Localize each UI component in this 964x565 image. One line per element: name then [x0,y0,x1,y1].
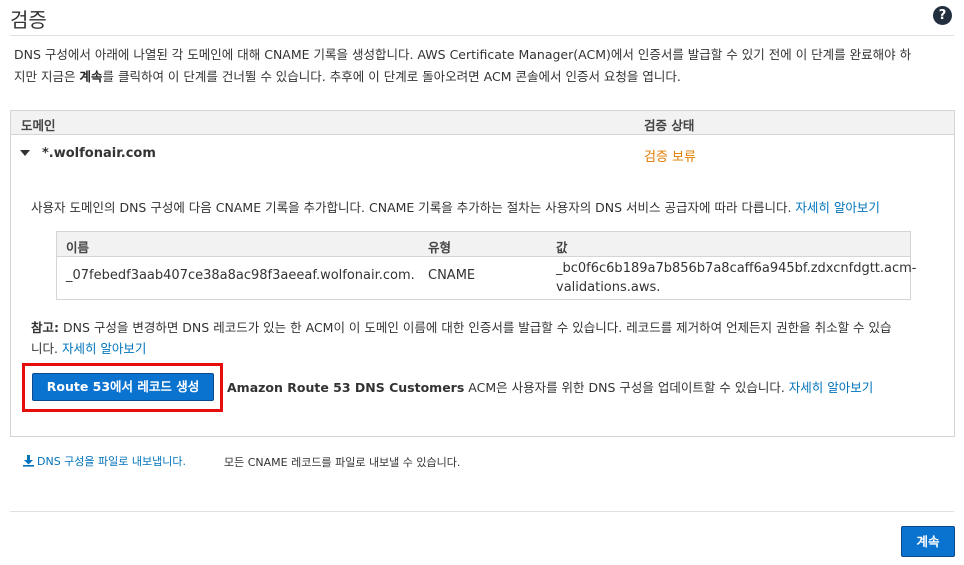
route53-description: Amazon Route 53 DNS Customers ACM은 사용자를 … [227,377,873,396]
continue-button[interactable]: 계속 [901,526,955,557]
export-dns-link[interactable]: DNS 구성을 파일로 내보냅니다. [22,453,186,469]
intro-line-1: DNS 구성에서 아래에 나열된 각 도메인에 대해 CNAME 기록을 생성합… [14,47,912,62]
caret-down-icon[interactable] [20,150,30,156]
cname-record-table: 이름 유형 값 _07febedf3aab407ce38a8ac98f3aeea… [56,231,917,300]
note-body-2: 니다. [31,341,62,356]
page-title: 검증 [10,8,47,32]
column-header-status: 검증 상태 [644,118,695,133]
cname-instructions: 사용자 도메인의 DNS 구성에 다음 CNAME 기록을 추가합니다. CNA… [31,197,880,216]
intro-continue-word: 계속 [79,69,103,84]
intro-prefix: 지만 지금은 [14,69,80,84]
export-link-text[interactable]: DNS 구성을 파일로 내보냅니다. [37,455,186,468]
record-value: _bc0f6c6b189a7b856b7a8caff6a945bf.zdxcnf… [556,259,917,297]
domain-name: *.wolfonair.com [42,146,156,161]
export-description: 모든 CNAME 레코드를 파일로 내보낼 수 있습니다. [224,456,461,469]
route53-learn-more-link[interactable]: 자세히 알아보기 [789,380,873,395]
footer-divider [10,511,954,512]
column-header-value: 값 [556,240,568,255]
question-circle-icon[interactable]: ? [933,6,952,25]
title-divider [10,35,954,36]
domain-table-header: 도메인 검증 상태 [11,111,954,135]
intro-line-2: 지만 지금은 계속를 클릭하여 이 단계를 건너뛸 수 있습니다. 추후에 이 … [14,66,954,88]
download-icon [23,455,34,467]
record-value-line-1: _bc0f6c6b189a7b856b7a8caff6a945bf.zdxcnf… [556,261,917,276]
note-label: 참고: [31,320,59,335]
instructions-text: 사용자 도메인의 DNS 구성에 다음 CNAME 기록을 추가합니다. CNA… [31,200,796,215]
record-table-header: 이름 유형 값 [57,232,910,257]
note-learn-more-link[interactable]: 자세히 알아보기 [62,341,146,356]
record-name: _07febedf3aab407ce38a8ac98f3aeeaf.wolfon… [66,268,415,283]
route53-desc-text: ACM은 사용자를 위한 DNS 구성을 업데이트할 수 있습니다. [464,380,789,395]
create-route53-record-button[interactable]: Route 53에서 레코드 생성 [32,373,214,401]
column-header-type: 유형 [428,240,452,255]
column-header-domain: 도메인 [21,118,56,133]
domain-row[interactable]: *.wolfonair.com 검증 보류 [11,135,954,173]
learn-more-link[interactable]: 자세히 알아보기 [795,200,879,215]
column-header-name: 이름 [66,240,90,255]
record-value-line-2: validations.aws. [556,280,661,295]
note-body: DNS 구성을 변경하면 DNS 레코드가 있는 한 ACM이 이 도메인 이름… [59,320,892,335]
record-type: CNAME [428,268,476,283]
status-badge: 검증 보류 [644,150,696,165]
domain-panel: 도메인 검증 상태 *.wolfonair.com 검증 보류 사용자 도메인의… [10,110,955,437]
route53-customers-label: Amazon Route 53 DNS Customers [227,380,465,395]
note-text: 참고: DNS 구성을 변경하면 DNS 레코드가 있는 한 ACM이 이 도메… [31,317,941,359]
intro-text: DNS 구성에서 아래에 나열된 각 도메인에 대해 CNAME 기록을 생성합… [14,44,954,88]
intro-suffix: 를 클릭하여 이 단계를 건너뛸 수 있습니다. 추후에 이 단계로 돌아오려면… [102,69,681,84]
table-row: _07febedf3aab407ce38a8ac98f3aeeaf.wolfon… [57,257,917,299]
